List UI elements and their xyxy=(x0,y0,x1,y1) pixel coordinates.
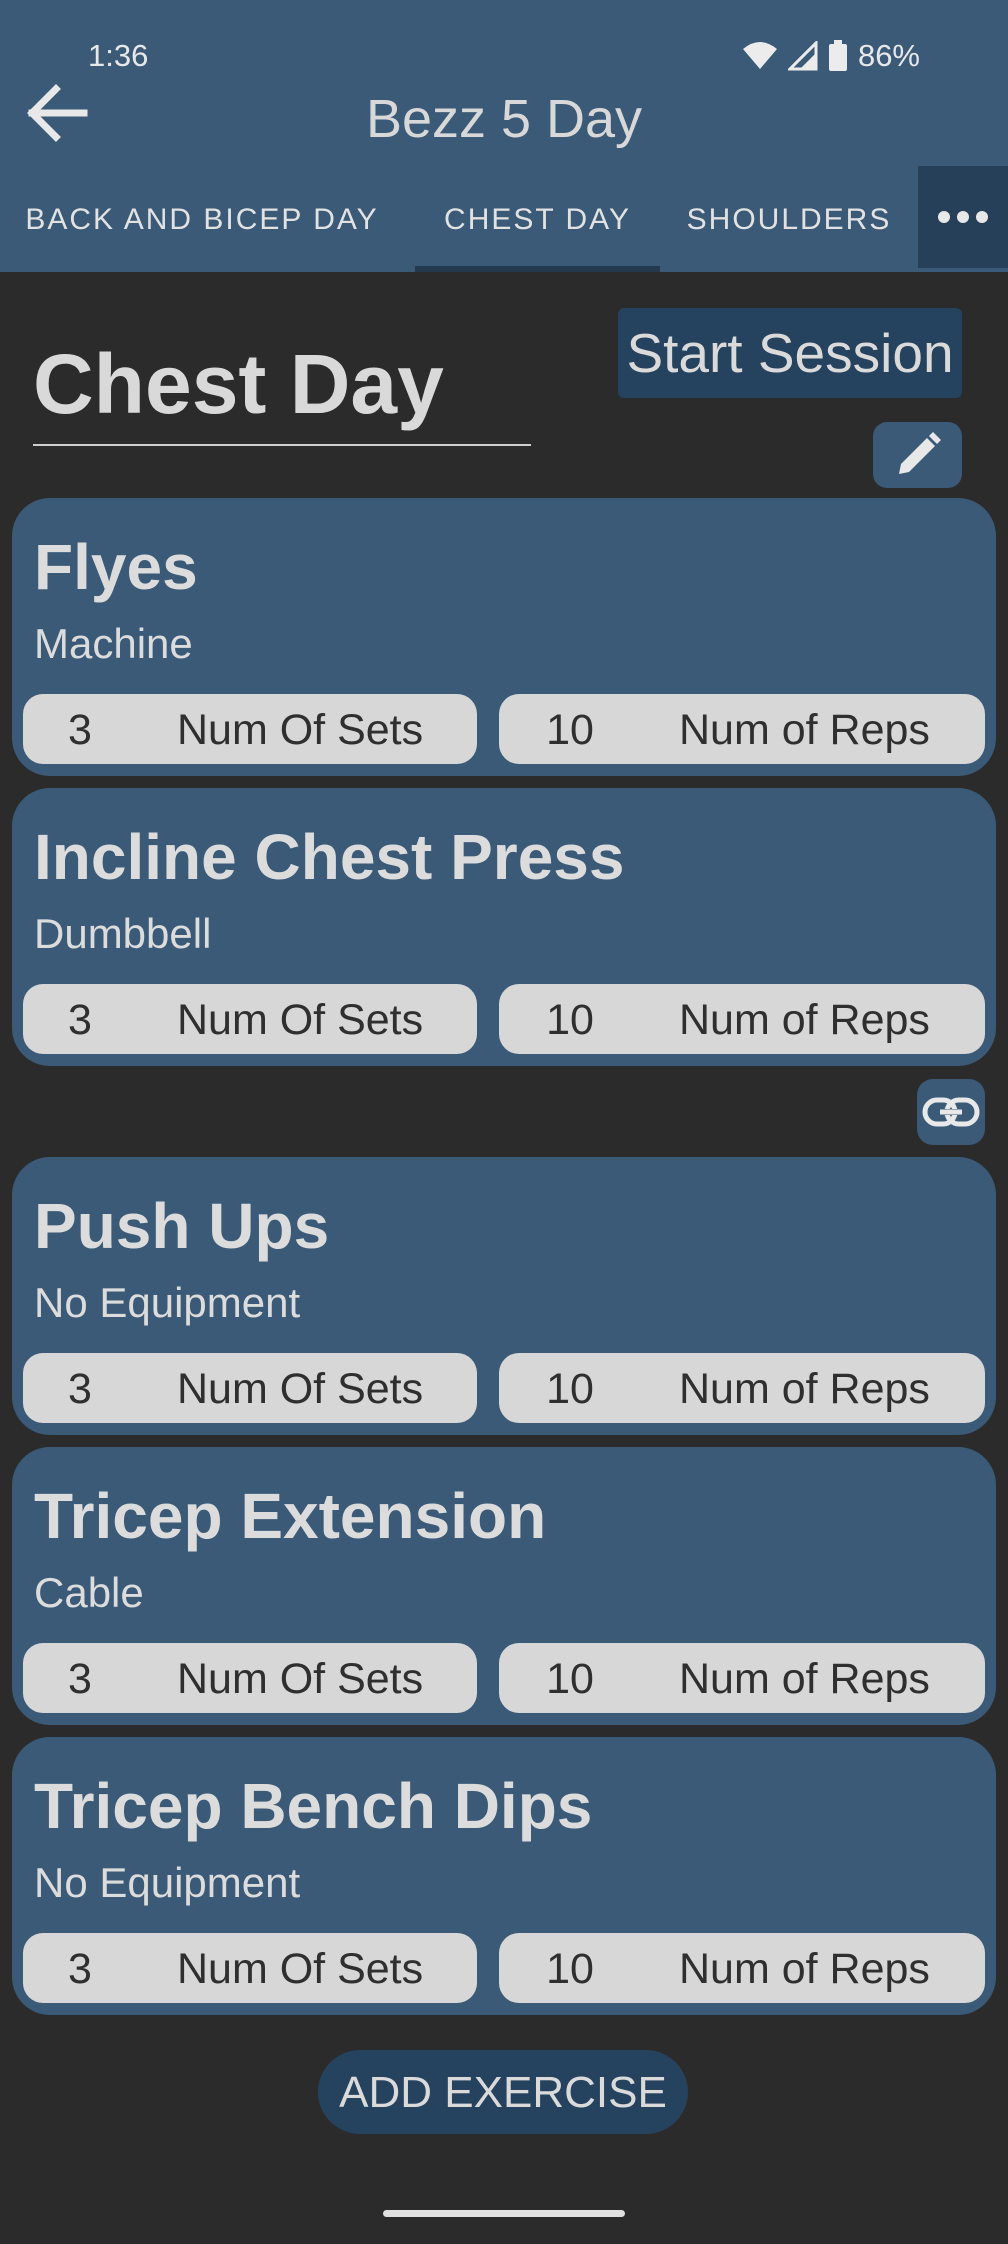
exercise-equipment: Cable xyxy=(34,1569,144,1616)
exercise-name: Flyes xyxy=(34,531,198,603)
reps-value: 10 xyxy=(546,996,594,1044)
battery-percent: 86% xyxy=(857,38,920,73)
exercise-equipment: Machine xyxy=(34,620,193,667)
tab-shoulders[interactable]: SHOULDERS xyxy=(676,164,902,272)
reps-field[interactable]: 10 Num of Reps xyxy=(499,984,985,1054)
reps-value: 10 xyxy=(546,1655,594,1703)
exercise-name: Tricep Extension xyxy=(34,1480,547,1552)
sets-value: 3 xyxy=(68,1365,92,1413)
tab-bar: BACK AND BICEP DAY CHEST DAY SHOULDERS xyxy=(0,164,1008,272)
exercise-card[interactable]: Flyes Machine 3 Num Of Sets 10 Num of Re… xyxy=(12,498,996,776)
day-title-underline xyxy=(33,444,531,446)
reps-label: Num of Reps xyxy=(679,1945,930,1993)
tab-back-and-bicep-day[interactable]: BACK AND BICEP DAY xyxy=(12,164,392,272)
reps-field[interactable]: 10 Num of Reps xyxy=(499,1643,985,1713)
add-exercise-button[interactable]: ADD EXERCISE xyxy=(318,2050,688,2134)
exercise-equipment: Dumbbell xyxy=(34,910,212,957)
exercise-equipment: No Equipment xyxy=(34,1859,301,1906)
exercise-card[interactable]: Tricep Extension Cable 3 Num Of Sets 10 … xyxy=(12,1447,996,1725)
reps-field[interactable]: 10 Num of Reps xyxy=(499,1353,985,1423)
page-title: Bezz 5 Day xyxy=(365,89,643,149)
home-indicator[interactable] xyxy=(383,2210,625,2217)
tab-chest-day[interactable]: CHEST DAY xyxy=(415,164,660,272)
sets-field[interactable]: 3 Num Of Sets xyxy=(23,1353,477,1423)
sets-label: Num Of Sets xyxy=(177,1365,424,1413)
exercise-name: Push Ups xyxy=(34,1190,330,1262)
sets-value: 3 xyxy=(68,1655,92,1703)
exercise-card[interactable]: Tricep Bench Dips No Equipment 3 Num Of … xyxy=(12,1737,996,2015)
reps-value: 10 xyxy=(546,1365,594,1413)
sets-field[interactable]: 3 Num Of Sets xyxy=(23,1933,477,2003)
exercise-name: Incline Chest Press xyxy=(34,821,625,893)
reps-value: 10 xyxy=(546,1945,594,1993)
reps-label: Num of Reps xyxy=(679,706,930,754)
sets-label: Num Of Sets xyxy=(177,996,424,1044)
sets-field[interactable]: 3 Num Of Sets xyxy=(23,1643,477,1713)
reps-value: 10 xyxy=(546,706,594,754)
active-tab-indicator xyxy=(415,266,660,272)
wifi-icon xyxy=(742,42,777,69)
status-icons: 86% xyxy=(742,38,920,74)
sets-value: 3 xyxy=(68,996,92,1044)
pencil-icon xyxy=(898,432,941,474)
more-dots-icon xyxy=(938,211,988,223)
reps-field[interactable]: 10 Num of Reps xyxy=(499,694,985,764)
sets-label: Num Of Sets xyxy=(177,1945,424,1993)
battery-icon xyxy=(828,40,847,71)
sets-label: Num Of Sets xyxy=(177,706,424,754)
sets-value: 3 xyxy=(68,1945,92,1993)
link-icon xyxy=(922,1097,980,1127)
reps-field[interactable]: 10 Num of Reps xyxy=(499,1933,985,2003)
more-tabs-button[interactable] xyxy=(918,166,1008,268)
exercise-name: Tricep Bench Dips xyxy=(34,1770,593,1842)
reps-label: Num of Reps xyxy=(679,996,930,1044)
edit-button[interactable] xyxy=(873,422,962,488)
start-session-button[interactable]: Start Session xyxy=(618,308,962,398)
day-title[interactable]: Chest Day xyxy=(33,336,444,433)
sets-field[interactable]: 3 Num Of Sets xyxy=(23,694,477,764)
status-time: 1:36 xyxy=(88,38,149,73)
signal-icon xyxy=(787,41,818,71)
exercise-card[interactable]: Push Ups No Equipment 3 Num Of Sets 10 N… xyxy=(12,1157,996,1435)
sets-value: 3 xyxy=(68,706,92,754)
exercise-card[interactable]: Incline Chest Press Dumbbell 3 Num Of Se… xyxy=(12,788,996,1066)
reps-label: Num of Reps xyxy=(679,1365,930,1413)
sets-field[interactable]: 3 Num Of Sets xyxy=(23,984,477,1054)
exercise-equipment: No Equipment xyxy=(34,1279,301,1326)
sets-label: Num Of Sets xyxy=(177,1655,424,1703)
link-superset-button[interactable] xyxy=(917,1079,985,1145)
reps-label: Num of Reps xyxy=(679,1655,930,1703)
